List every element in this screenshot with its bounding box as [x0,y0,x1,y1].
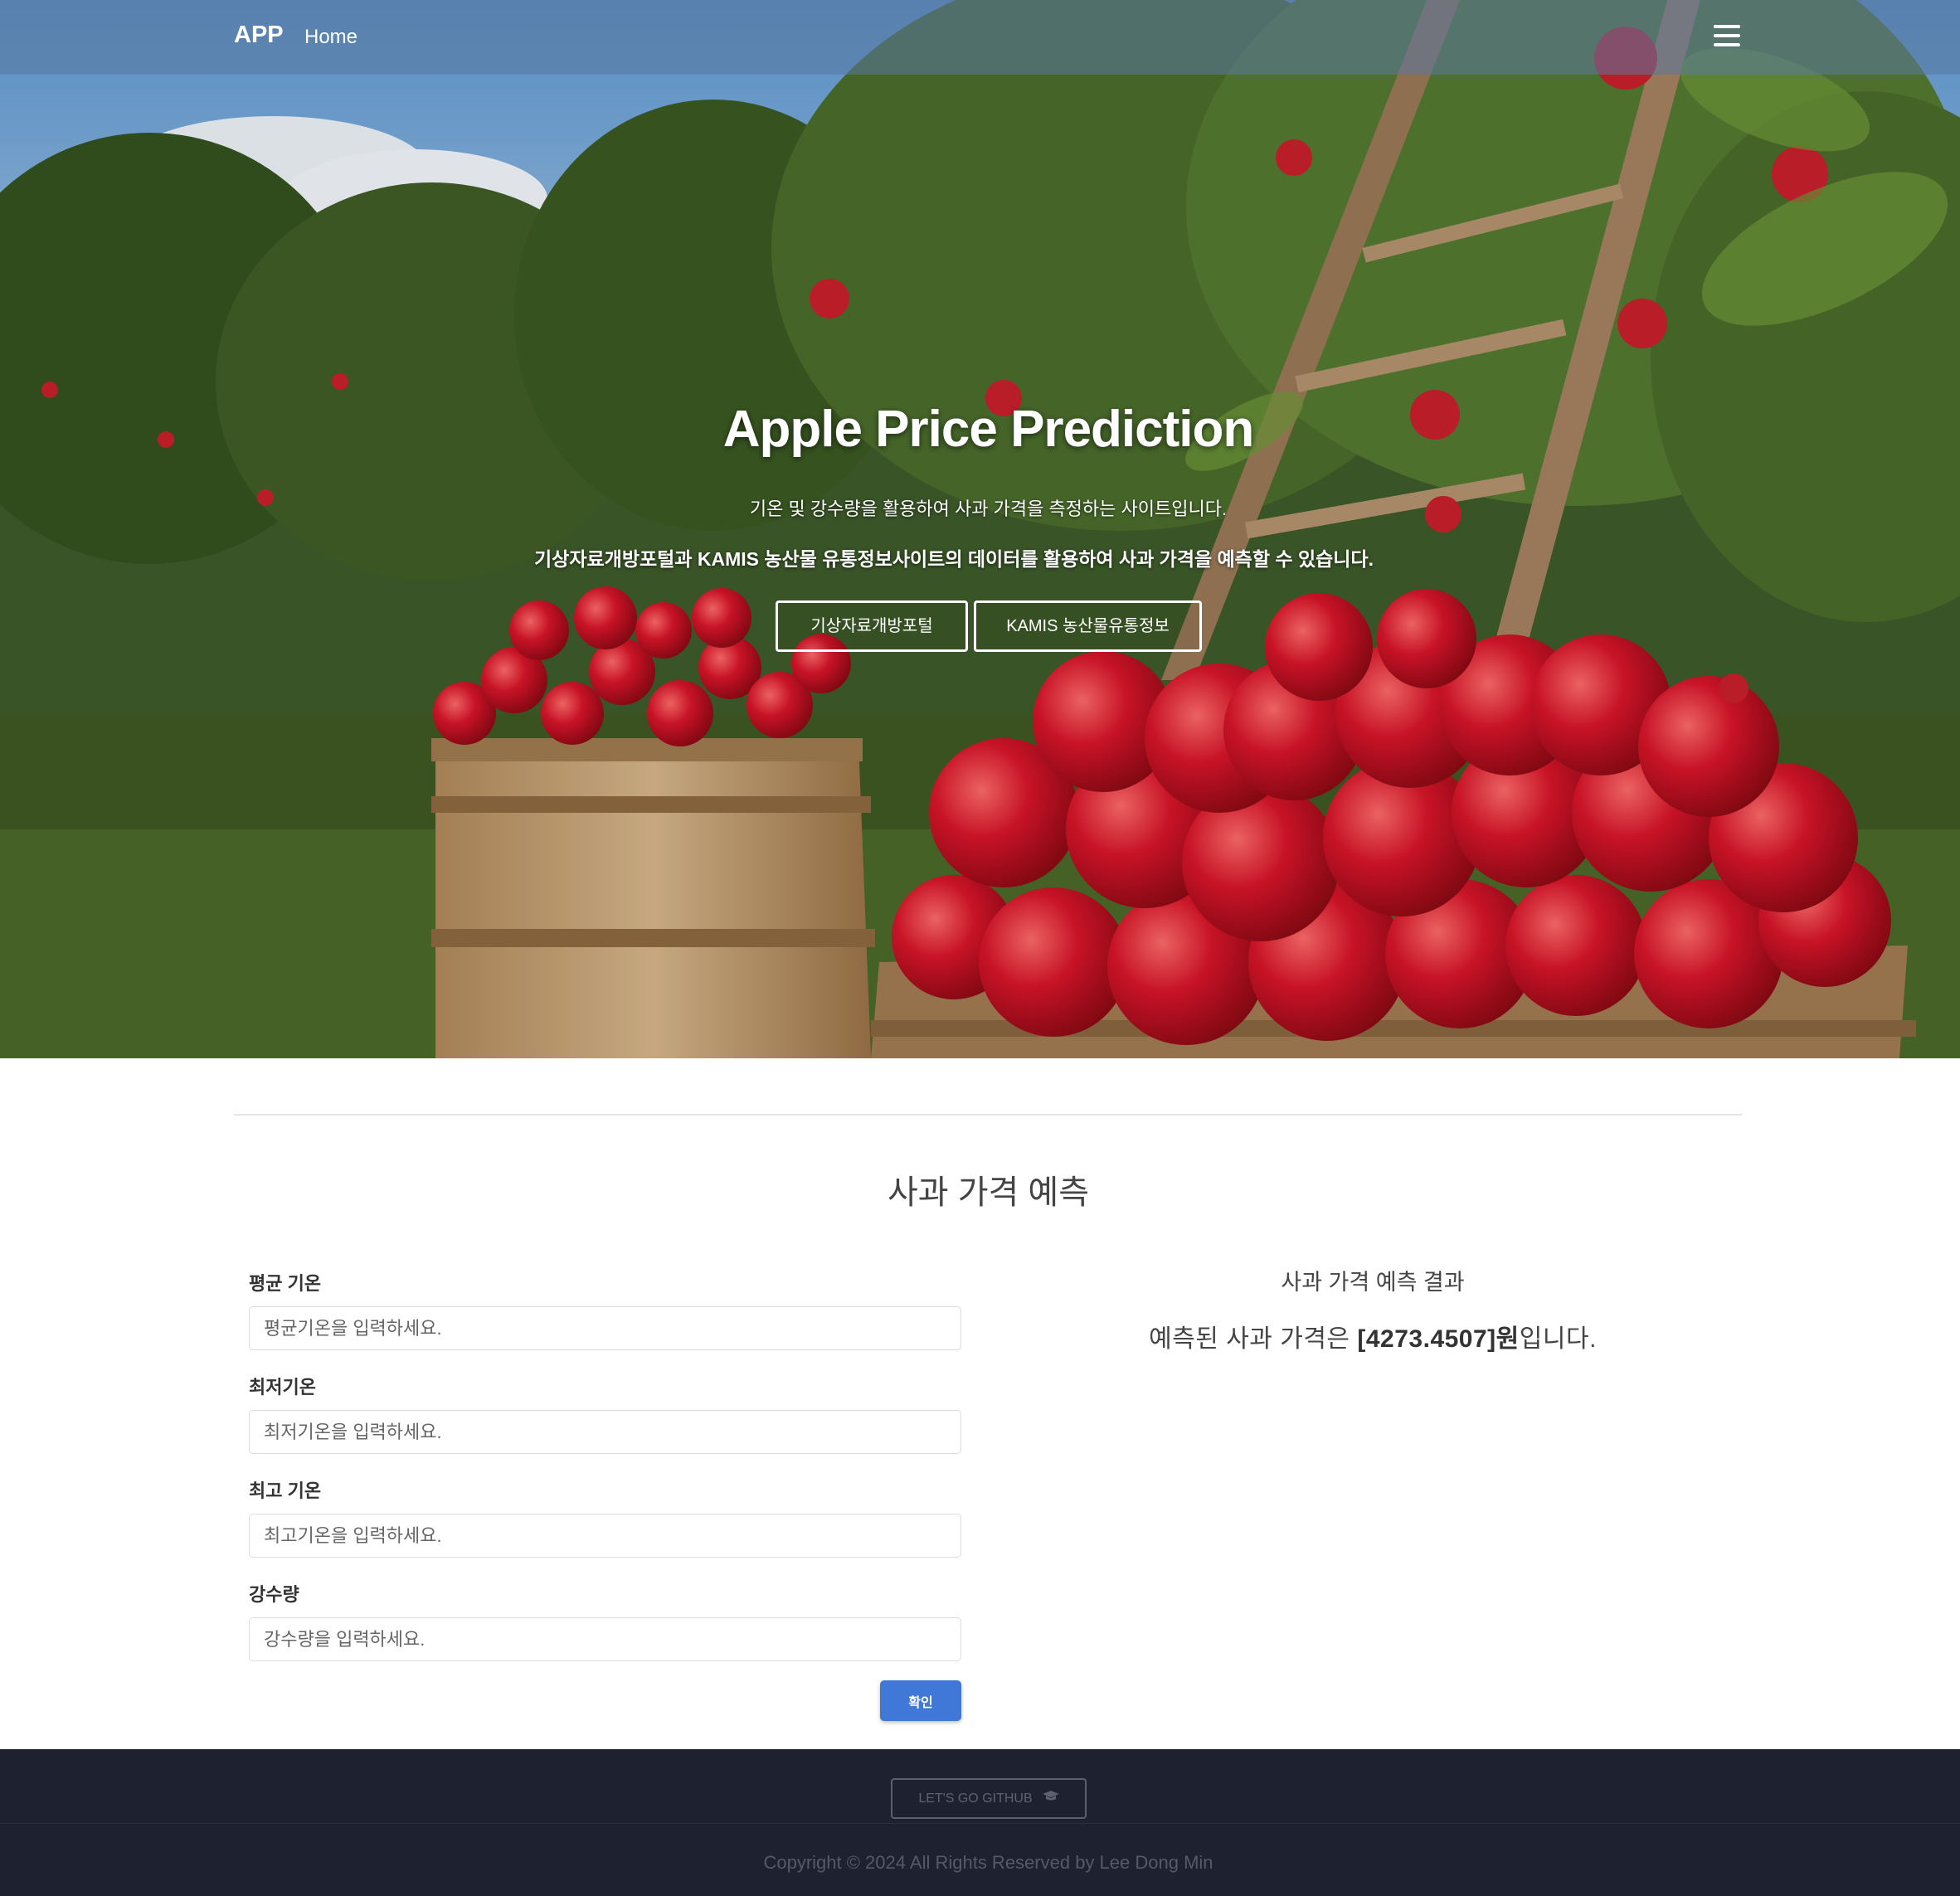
min-temp-label: 최저기온 [249,1377,316,1398]
hamburger-menu-icon[interactable] [1714,25,1740,51]
kma-portal-button[interactable]: 기상자료개방포털 [776,600,968,652]
result-prefix: 예측된 사과 가격은 [1149,1325,1358,1353]
result-title: 사과 가격 예측 결과 [1281,1270,1465,1295]
graduation-cap-icon [1042,1780,1059,1817]
hero-subtitle-1: 기온 및 강수량을 활용하여 사과 가격을 측정하는 사이트입니다. [749,498,1228,519]
hero-subtitle-2: 기상자료개방포털과 KAMIS 농산물 유통정보사이트의 데이터를 활용하여 사… [534,548,1374,570]
hero-banner: APP Home Apple Price Prediction 기온 및 강수량… [0,0,1960,1058]
rainfall-input[interactable] [249,1617,961,1661]
footer-divider [0,1823,1960,1824]
github-button-label: LET'S GO GITHUB [918,1791,1033,1806]
hero-title: Apple Price Prediction [722,401,1255,458]
max-temp-label: 최고 기온 [249,1480,322,1501]
max-temp-input[interactable] [249,1514,961,1558]
brand-logo[interactable]: APP [234,22,284,49]
submit-button[interactable]: 확인 [880,1680,961,1721]
result-text: 예측된 사과 가격은 [4273.4507]원입니다. [1078,1318,1667,1354]
github-button[interactable]: LET'S GO GITHUB [891,1778,1087,1819]
top-navbar: APP Home [0,0,1960,75]
section-title: 사과 가격 예측 [887,1174,1090,1211]
kamis-button[interactable]: KAMIS 농산물유통정보 [974,600,1202,652]
rainfall-label: 강수량 [249,1584,299,1605]
avg-temp-label: 평균 기온 [249,1273,322,1294]
footer: LET'S GO GITHUB Copyright © 2024 All Rig… [0,1749,1960,1896]
section-divider [234,1114,1742,1116]
copyright-text: Copyright © 2024 All Rights Reserved by … [763,1852,1213,1873]
min-temp-input[interactable] [249,1410,961,1454]
predicted-price-value: [4273.4507]원 [1357,1325,1520,1353]
nav-home-link[interactable]: Home [304,26,357,49]
avg-temp-input[interactable] [249,1306,961,1350]
result-suffix: 입니다. [1519,1325,1597,1353]
hero-background-image [0,0,1960,1058]
